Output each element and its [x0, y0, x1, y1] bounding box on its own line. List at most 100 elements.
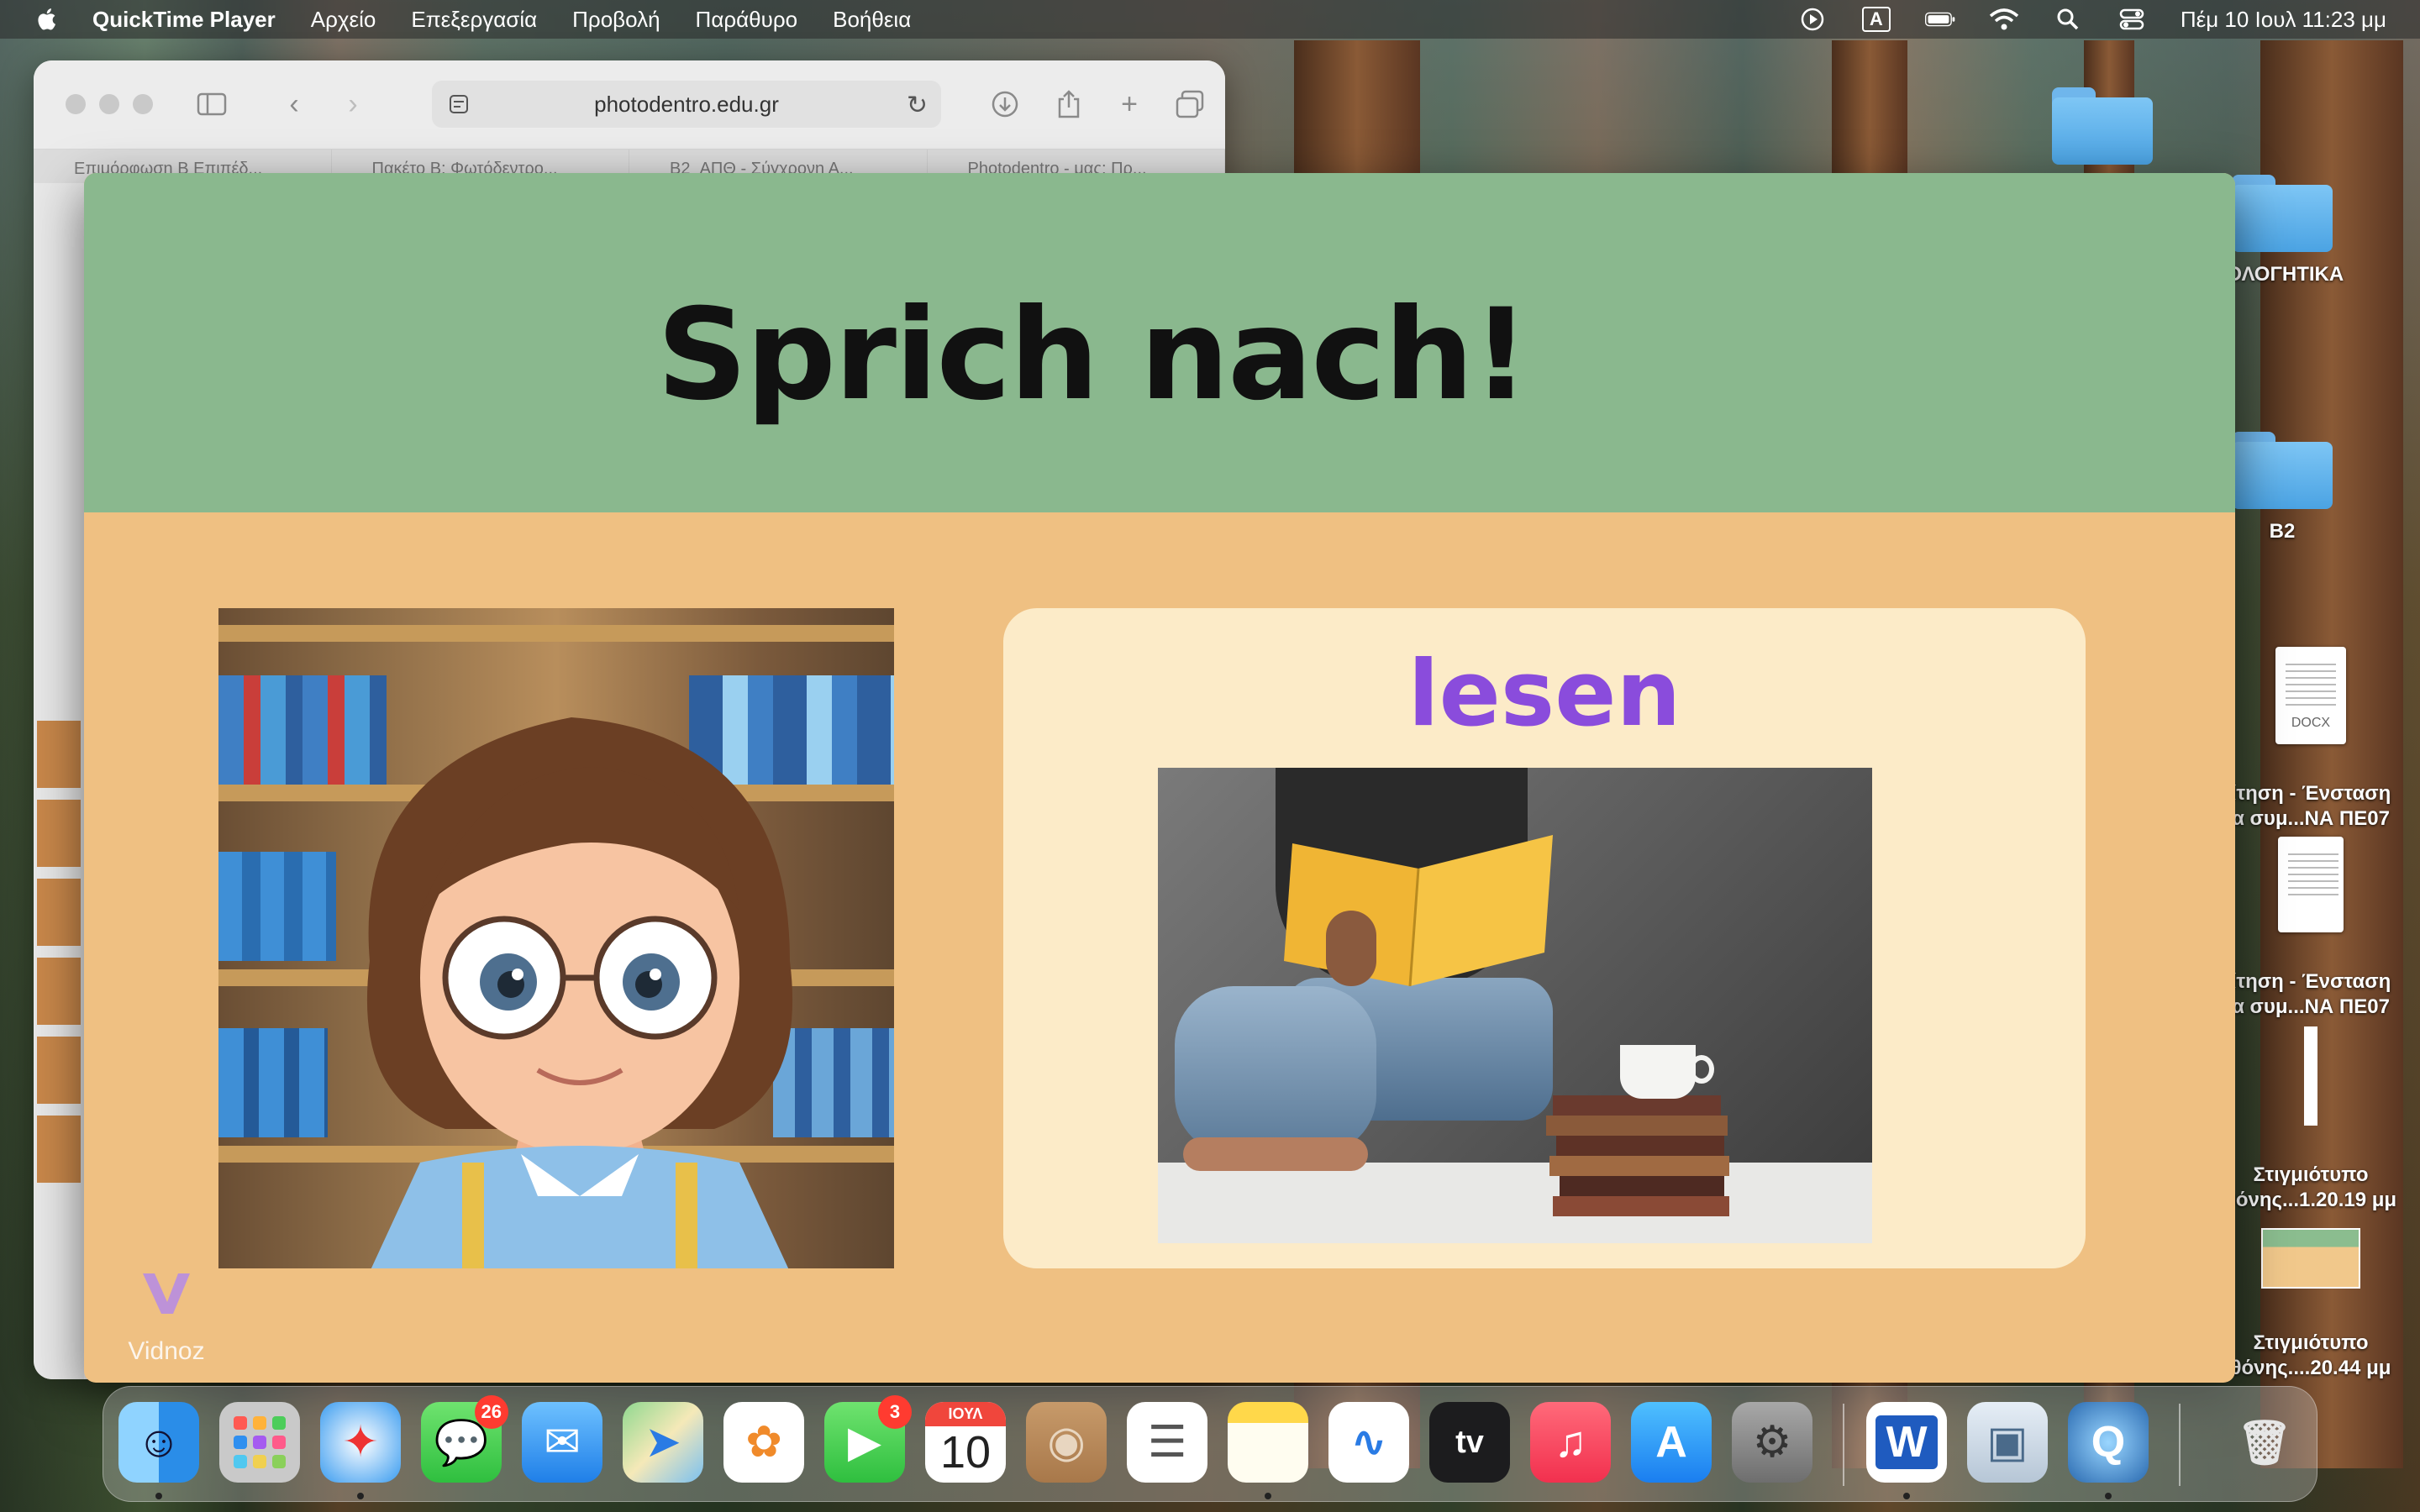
- dock-separator: [2179, 1404, 2181, 1486]
- side-book-icon[interactable]: [37, 721, 81, 788]
- menu-window[interactable]: Παράθυρο: [696, 7, 798, 33]
- dock-quicktime[interactable]: Q: [2068, 1402, 2149, 1483]
- side-document-icon[interactable]: [37, 879, 81, 946]
- dock-mail[interactable]: ✉: [522, 1402, 602, 1483]
- zoom-window-button[interactable]: [133, 94, 153, 114]
- share-icon[interactable]: [1052, 87, 1086, 121]
- word-icon: W: [1876, 1415, 1938, 1469]
- facetime-badge: 3: [878, 1395, 912, 1429]
- dock-photos[interactable]: ✿: [723, 1402, 804, 1483]
- freeform-icon: ∿: [1350, 1418, 1387, 1467]
- facetime-camera-icon: ▶: [848, 1418, 881, 1467]
- dock-music[interactable]: ♫: [1530, 1402, 1611, 1483]
- dock-maps[interactable]: ➤: [623, 1402, 703, 1483]
- slide-title: Sprich nach!: [656, 282, 1530, 428]
- dock: ☺ ✦ 💬 26 ✉ ➤ ✿ ▶ 3 ΙΟΥΛ 10 ◉ ☰ ∿ tv ♫ A ⚙ …: [103, 1386, 2317, 1502]
- sidebar-toggle-icon[interactable]: [195, 87, 229, 121]
- dock-reminders[interactable]: ☰: [1127, 1402, 1207, 1483]
- back-icon[interactable]: ‹: [277, 87, 311, 121]
- messages-badge: 26: [474, 1395, 508, 1429]
- maps-icon: ➤: [644, 1418, 681, 1467]
- dock-freeform[interactable]: ∿: [1328, 1402, 1409, 1483]
- page-side-strip: [34, 183, 84, 1379]
- docx-badge: DOCX: [2291, 716, 2331, 730]
- desktop-screenshot-file[interactable]: Στιγμιότυπο θόνης....20.44 μμ: [2210, 1203, 2412, 1406]
- vocabulary-card: lesen: [1003, 608, 2086, 1268]
- apple-logo-icon[interactable]: [35, 7, 60, 32]
- dock-contacts[interactable]: ◉: [1026, 1402, 1107, 1483]
- menu-edit[interactable]: Επεξεργασία: [411, 7, 537, 33]
- trash-icon: 🗑: [2236, 1418, 2292, 1467]
- folder-icon: [2052, 87, 2153, 165]
- girl-character-illustration: [366, 717, 793, 1268]
- control-center-icon[interactable]: [2117, 7, 2147, 32]
- desktop-file-label: Στιγμιότυπο θόνης....20.44 μμ: [2230, 1331, 2391, 1379]
- dock-separator: [1843, 1404, 1844, 1486]
- calendar-day: 10: [939, 1427, 992, 1478]
- side-sign-icon[interactable]: [37, 1116, 81, 1183]
- minimize-window-button[interactable]: [99, 94, 119, 114]
- dock-safari[interactable]: ✦: [320, 1402, 401, 1483]
- cartoon-girl-image: [218, 608, 894, 1268]
- dock-system-settings[interactable]: ⚙: [1732, 1402, 1812, 1483]
- screenshot-thumbnail-icon: [2304, 1026, 2317, 1126]
- reminders-icon: ☰: [1147, 1418, 1187, 1467]
- dock-trash[interactable]: 🗑: [2224, 1402, 2305, 1483]
- menu-app-name[interactable]: QuickTime Player: [92, 7, 276, 33]
- vocabulary-word: lesen: [1407, 642, 1681, 747]
- desktop-folder[interactable]: [2002, 87, 2203, 175]
- side-question-icon[interactable]: [37, 800, 81, 867]
- dock-launchpad[interactable]: [219, 1402, 300, 1483]
- running-indicator: [155, 1493, 162, 1499]
- document-file-icon: [2278, 837, 2344, 932]
- downloads-icon[interactable]: [988, 87, 1022, 121]
- vidnoz-watermark: Vidnoz: [108, 1265, 225, 1366]
- input-source-icon[interactable]: A: [1861, 7, 1891, 32]
- wifi-icon[interactable]: [1989, 7, 2019, 32]
- reload-icon[interactable]: ↻: [907, 91, 928, 120]
- menu-help[interactable]: Βοήθεια: [833, 7, 911, 33]
- page-menu-icon[interactable]: [447, 92, 471, 116]
- status-area: A Πέμ 10 Ιουλ 11:23 μμ: [1797, 7, 2386, 33]
- screenshot-thumbnail-icon: [2261, 1228, 2360, 1289]
- finder-icon: ☺: [136, 1418, 182, 1467]
- slide-header: Sprich nach!: [84, 173, 2235, 512]
- dock-calendar[interactable]: ΙΟΥΛ 10: [925, 1402, 1006, 1483]
- dock-app-store[interactable]: A: [1631, 1402, 1712, 1483]
- mail-icon: ✉: [544, 1418, 581, 1467]
- dock-notes[interactable]: [1228, 1402, 1308, 1483]
- quicktime-icon: Q: [2091, 1418, 2126, 1467]
- tab-overview-icon[interactable]: [1173, 87, 1207, 121]
- reading-person-photo: [1158, 768, 1872, 1243]
- menu-bar: QuickTime Player Αρχείο Επεξεργασία Προβ…: [0, 0, 2420, 39]
- preview-icon: ▣: [1986, 1418, 2028, 1467]
- apple-tv-icon: tv: [1455, 1424, 1484, 1460]
- dock-word[interactable]: W: [1866, 1402, 1947, 1483]
- dock-facetime[interactable]: ▶ 3: [824, 1395, 912, 1483]
- forward-icon[interactable]: ›: [336, 87, 370, 121]
- dock-tv[interactable]: tv: [1429, 1402, 1510, 1483]
- screen-recording-icon[interactable]: [1797, 7, 1828, 32]
- dock-messages[interactable]: 💬 26: [421, 1395, 508, 1483]
- running-indicator: [1265, 1493, 1271, 1499]
- running-indicator: [357, 1493, 364, 1499]
- menu-file[interactable]: Αρχείο: [311, 7, 376, 33]
- new-tab-icon[interactable]: +: [1113, 87, 1146, 121]
- menu-view[interactable]: Προβολή: [572, 7, 660, 33]
- dock-finder[interactable]: ☺: [118, 1402, 199, 1483]
- safari-compass-icon: ✦: [342, 1418, 379, 1467]
- battery-icon[interactable]: [1924, 7, 1955, 32]
- spotlight-search-icon[interactable]: [2053, 7, 2083, 32]
- quicktime-video-window[interactable]: Sprich nach! lesen Vidnoz: [84, 173, 2235, 1383]
- menu-clock[interactable]: Πέμ 10 Ιουλ 11:23 μμ: [2181, 7, 2386, 33]
- address-text: photodentro.edu.gr: [594, 91, 779, 117]
- settings-gear-icon: ⚙: [1752, 1418, 1792, 1467]
- launchpad-icon: [234, 1416, 286, 1468]
- folder-icon: [2232, 432, 2333, 509]
- side-mail-icon[interactable]: [37, 958, 81, 1025]
- dock-preview[interactable]: ▣: [1967, 1402, 2048, 1483]
- calendar-month: ΙΟΥΛ: [925, 1402, 1006, 1426]
- address-bar[interactable]: photodentro.edu.gr ↻: [432, 81, 941, 128]
- side-hand-icon[interactable]: [37, 1037, 81, 1104]
- close-window-button[interactable]: [66, 94, 86, 114]
